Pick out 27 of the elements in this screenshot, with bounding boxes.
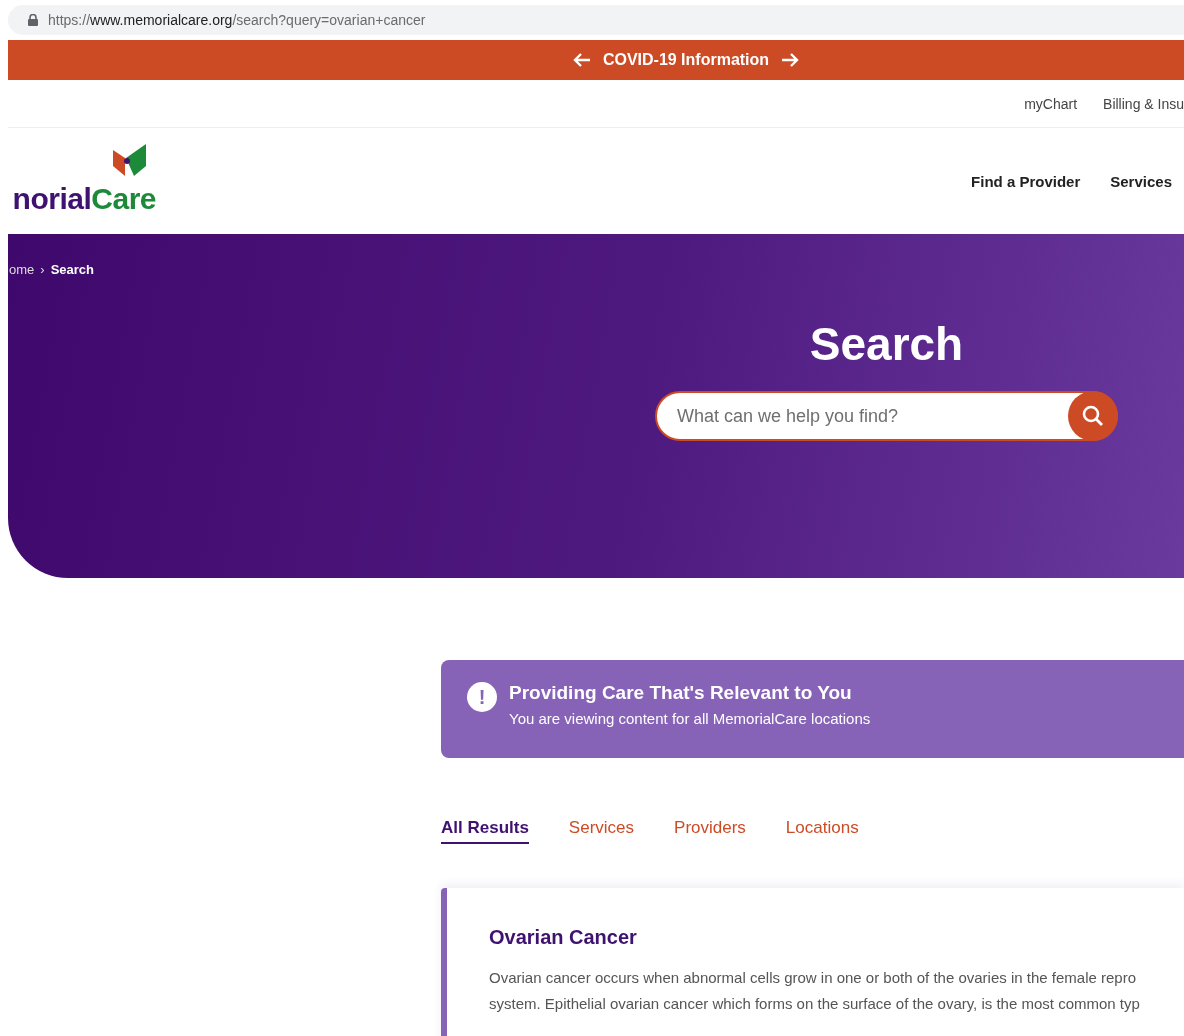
breadcrumb-separator: › [40, 262, 45, 277]
nav-link[interactable]: Services [1110, 172, 1172, 190]
result-description: Ovarian cancer occurs when abnormal cells grow in one or both of the ovaries in the female repro [489, 968, 1137, 988]
search-icon [1081, 404, 1105, 428]
notice-text: You are viewing content for all MemorialCare locations [509, 710, 871, 727]
arrow-left-icon [572, 53, 591, 67]
results-tab[interactable]: Providers [674, 818, 746, 844]
results-tab[interactable]: Services [568, 818, 635, 844]
info-icon: ! [467, 682, 497, 712]
results-tab[interactable]: All Results [441, 818, 529, 844]
covid-link[interactable]: COVID-19 Information [602, 51, 770, 69]
utility-link[interactable]: myChart [1024, 95, 1078, 112]
breadcrumb-link[interactable]: Search [50, 262, 94, 277]
search-button[interactable] [1068, 391, 1118, 441]
address-bar[interactable]: https://www.memorialcare.org/search?query=ovarian+cancer [8, 5, 1184, 35]
logo[interactable]: norialCare [8, 142, 156, 214]
utility-link[interactable]: Billing & Insu [1103, 95, 1184, 112]
breadcrumb-link[interactable]: ome [9, 262, 35, 277]
nav-link[interactable]: Find a Provider [971, 172, 1081, 190]
result-title[interactable]: Ovarian Cancer [489, 926, 1184, 949]
url-text: https://www.memorialcare.org/search?query=ovarian+cancer [48, 12, 426, 28]
page-title: Search [809, 317, 964, 371]
result-description: system. Epithelial ovarian cancer which forms on the surface of the ovary, is the most common typ [489, 994, 1141, 1014]
arrow-right-icon [781, 53, 800, 67]
notice-title: Providing Care That's Relevant to You [509, 682, 853, 704]
results-tab[interactable]: Locations [785, 818, 859, 844]
lock-icon [28, 14, 38, 26]
